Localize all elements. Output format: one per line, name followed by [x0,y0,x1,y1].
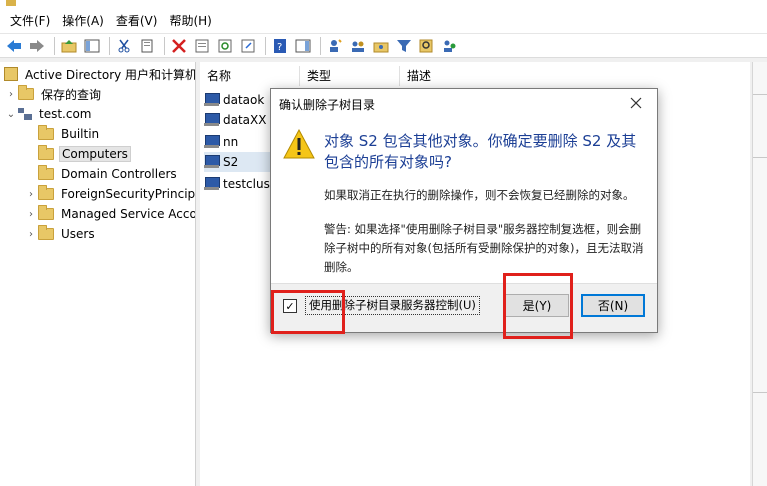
forward-arrow-icon[interactable] [27,36,47,56]
folder-icon [38,125,54,140]
info-text: 如果取消正在执行的删除操作，则不会恢复已经删除的对象。 [324,188,635,202]
menubar: 文件(F) 操作(A) 查看(V) 帮助(H) [0,8,767,34]
computer-icon [204,155,220,169]
menu-view[interactable]: 查看(V) [110,11,164,31]
folder-icon [18,85,34,100]
yes-button[interactable]: 是(Y) [505,294,569,317]
folder-icon [38,165,54,180]
computer-icon [204,93,220,107]
main-instruction: 对象 S2 包含其他对象。你确定要删除 S2 及其包含的所有对象吗? [324,132,637,171]
svg-text:?: ? [277,42,282,53]
show-console-tree-icon[interactable] [82,36,102,56]
computer-icon [204,113,220,127]
menu-action[interactable]: 操作(A) [56,11,110,31]
tree-item-builtin[interactable]: Builtin [24,124,101,144]
chevron-right-icon[interactable]: › [24,229,38,240]
app-icon [6,0,16,6]
list-item[interactable]: testclust [204,174,275,194]
tree-item-label: Builtin [61,127,100,141]
divider [753,94,767,95]
copy-icon[interactable] [137,36,157,56]
column-header-name[interactable]: 名称 [200,66,300,86]
close-icon[interactable] [623,92,649,114]
folder-icon [38,205,54,220]
list-item[interactable]: nn [204,132,238,152]
tree-item-label: Managed Service Acco [61,207,196,221]
tree-item-domain[interactable]: ⌄ test.com [4,104,94,124]
back-arrow-icon[interactable] [4,36,24,56]
folder-icon [38,225,54,240]
new-ou-icon[interactable] [371,36,391,56]
tree-item-label: test.com [39,107,92,121]
tree-item-managed-service-accounts[interactable]: › Managed Service Acco [24,204,196,224]
tree-item-saved-queries[interactable]: › 保存的查询 [4,84,103,104]
toolbar-separator [265,36,266,55]
ad-root-icon [4,67,18,81]
tree-item-label: Computers [59,146,131,162]
computer-icon [204,177,220,191]
toolbar-separator [54,36,55,55]
new-group-icon[interactable] [348,36,368,56]
window-titlebar-fragment [0,0,767,8]
add-to-group-icon[interactable] [440,36,460,56]
chevron-right-icon[interactable]: › [24,189,38,200]
export-list-icon[interactable] [238,36,258,56]
checkbox-label[interactable]: 使用删除子树目录服务器控制(U) [305,296,480,315]
list-item[interactable]: dataok [204,90,264,110]
computer-icon [204,135,220,149]
toolbar-separator [164,36,165,55]
list-item-name: S2 [223,155,239,169]
toolbar: ? [0,34,767,58]
list-item-name: testclust [223,177,275,191]
tree-item-label: Users [61,227,95,241]
toolbar-separator [320,36,321,55]
action-pane-edge [752,62,767,486]
tree-item-label: ForeignSecurityPrincipa [61,187,196,201]
tree-item-foreign-security-principals[interactable]: › ForeignSecurityPrincipa [24,184,196,204]
toolbar-separator [109,36,110,55]
confirm-delete-subtree-dialog: 确认删除子树目录 对象 S2 包含其他对象。你确定要删除 S2 及其包含的所有对… [270,88,658,333]
no-button[interactable]: 否(N) [581,294,645,317]
list-item-name: dataXX [223,113,267,127]
up-folder-icon[interactable] [59,36,79,56]
menu-help[interactable]: 帮助(H) [163,11,217,31]
warning-text: 警告: 如果选择"使用删除子树目录"服务器控制复选框，则会删除子树中的所有对象(… [324,222,644,274]
column-header-description[interactable]: 描述 [400,66,520,86]
tree-item-label: Domain Controllers [61,167,177,181]
help-icon[interactable]: ? [270,36,290,56]
list-item-selected[interactable]: S2 [204,152,272,172]
new-user-icon[interactable] [325,36,345,56]
warning-icon [283,129,315,159]
show-action-pane-icon[interactable] [293,36,313,56]
find-icon[interactable] [417,36,437,56]
folder-icon [38,185,54,200]
domain-icon [18,108,32,120]
folder-icon [38,145,54,160]
cut-icon[interactable] [114,36,134,56]
dialog-footer: ✓ 使用删除子树目录服务器控制(U) 是(Y) 否(N) [271,283,657,332]
divider [753,392,767,393]
list-item-name: dataok [223,93,265,107]
tree-item-domain-controllers[interactable]: Domain Controllers [24,164,179,184]
delete-icon[interactable] [169,36,189,56]
tree-root-label: Active Directory 用户和计算机 [25,67,196,82]
dialog-title: 确认删除子树目录 [279,98,376,112]
chevron-right-icon[interactable]: › [4,89,18,100]
tree-item-computers[interactable]: Computers [24,144,131,164]
chevron-right-icon[interactable]: › [24,209,38,220]
properties-icon[interactable] [192,36,212,56]
refresh-icon[interactable] [215,36,235,56]
column-header-type[interactable]: 类型 [300,66,400,86]
divider [753,157,767,158]
menu-file[interactable]: 文件(F) [4,11,56,31]
console-tree: Active Directory 用户和计算机 › 保存的查询 ⌄ test.c… [0,62,196,486]
tree-root[interactable]: Active Directory 用户和计算机 [4,64,196,84]
list-item-name: nn [223,135,239,149]
list-item[interactable]: dataXX [204,110,266,130]
filter-icon[interactable] [394,36,414,56]
chevron-down-icon[interactable]: ⌄ [4,109,18,120]
delete-subtree-server-control-checkbox[interactable]: ✓ [283,299,297,313]
tree-item-label: 保存的查询 [41,87,102,102]
tree-item-users[interactable]: › Users [24,224,97,244]
